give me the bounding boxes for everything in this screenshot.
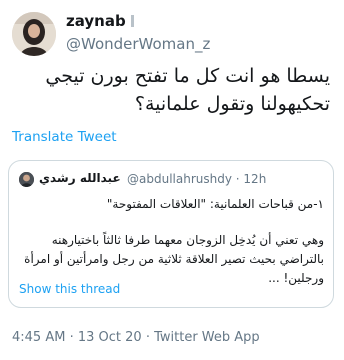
footer-separator: ·: [69, 330, 74, 345]
tweet-footer: 4:45 AM · 13 Oct 20 · Twitter Web App: [12, 330, 260, 345]
tweet-text: يسطا هو انت كل ما تفتح بورن تيجي تحكيهول…: [45, 65, 330, 115]
flag-icon: [130, 15, 134, 27]
translate-tweet-link[interactable]: Translate Tweet: [12, 129, 117, 145]
quoted-text-line2: وهي تعني أن يُدخِل الزوجان معهما طرفا ثا…: [24, 233, 324, 285]
author-handle[interactable]: @WonderWoman_z: [66, 35, 210, 53]
tweet-time[interactable]: 4:45 AM: [12, 330, 65, 345]
tweet-source[interactable]: Twitter Web App: [154, 330, 260, 345]
author-name: zaynab: [66, 12, 126, 30]
author-avatar[interactable]: [12, 12, 56, 56]
show-thread-link[interactable]: Show this thread: [19, 282, 120, 296]
tweet-date[interactable]: 13 Oct 20: [78, 330, 142, 345]
quoted-text-line1: ١-من قباحات العلمانية: "العلاقات المفتوح…: [106, 197, 324, 211]
quoted-separator: ·: [235, 172, 240, 186]
quoted-author-avatar: [19, 172, 34, 187]
quoted-author-handle: @abdullahrushdy: [127, 172, 232, 186]
quoted-time: 12h: [243, 172, 267, 186]
footer-separator-2: ·: [145, 330, 150, 345]
quoted-tweet-header: عبدالله رشدي @abdullahrushdy · 12h: [19, 171, 325, 191]
quoted-meta: @abdullahrushdy · 12h: [127, 172, 266, 186]
quoted-author-name: عبدالله رشدي: [39, 171, 121, 185]
quoted-tweet[interactable]: عبدالله رشدي @abdullahrushdy · 12h ١-من …: [8, 160, 334, 308]
author-name-link[interactable]: zaynab: [66, 12, 134, 30]
